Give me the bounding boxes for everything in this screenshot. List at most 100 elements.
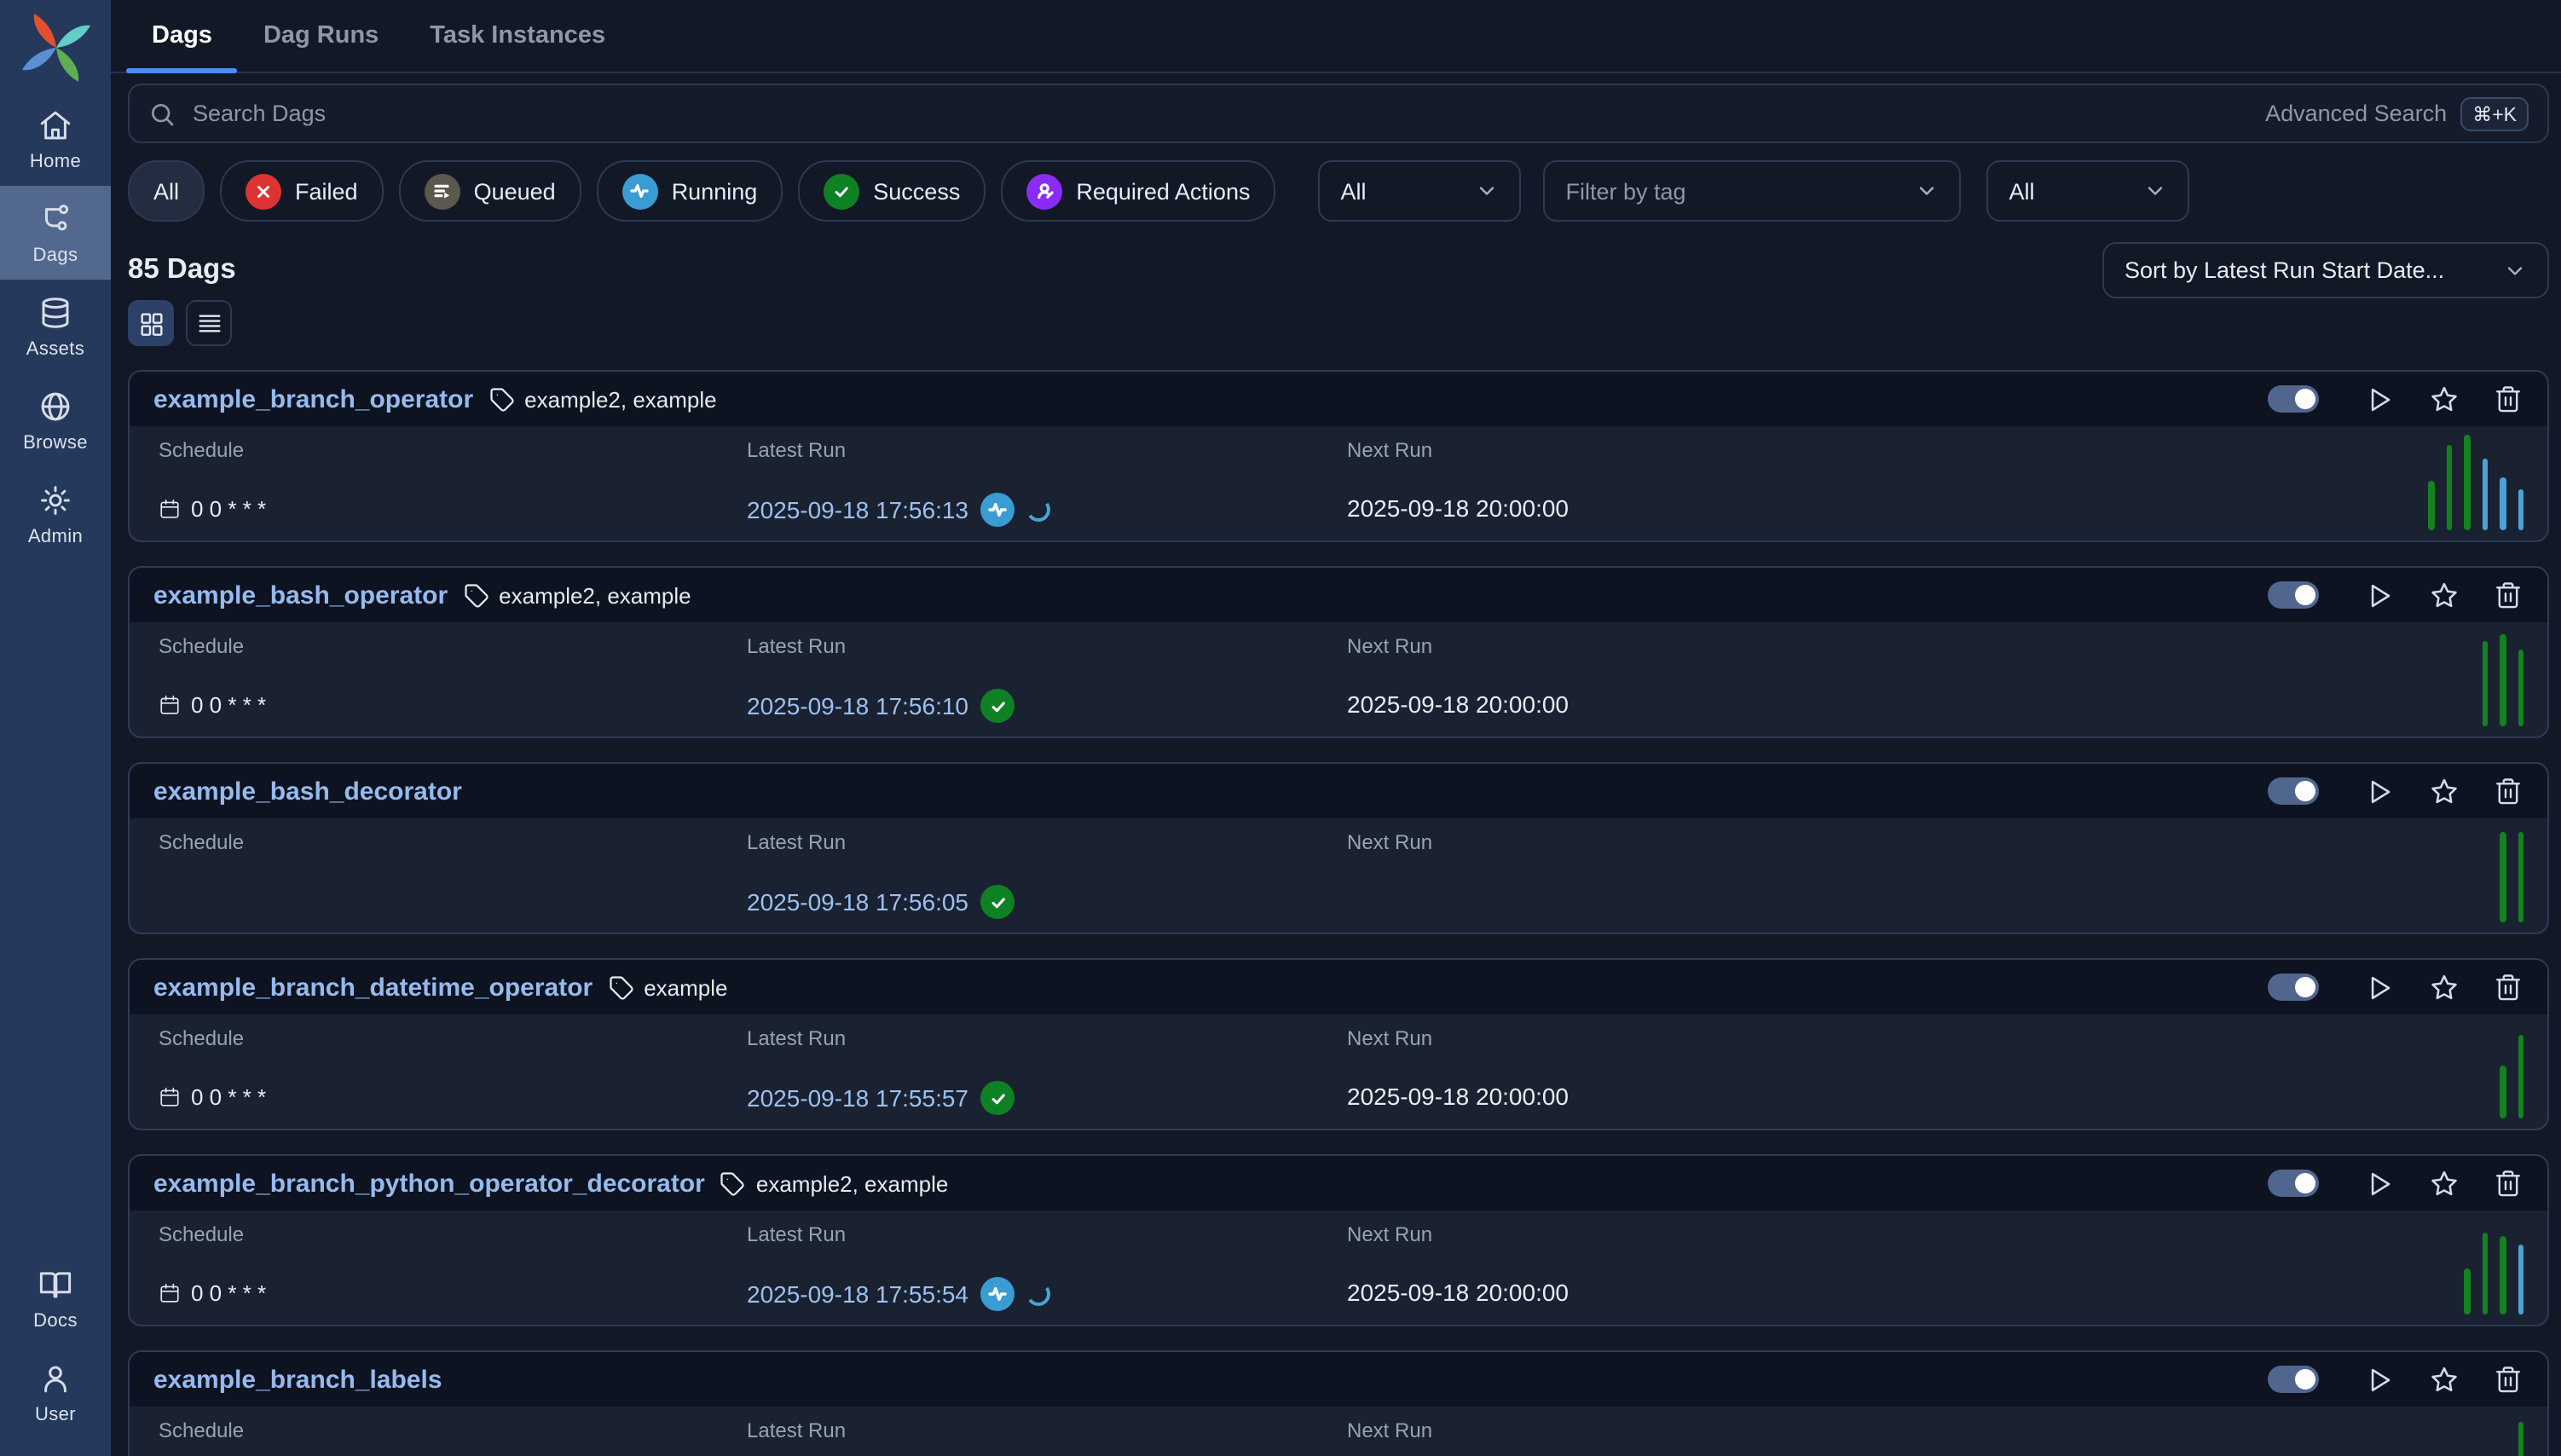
run-bar[interactable] <box>2428 481 2434 530</box>
tab-dags[interactable]: Dags <box>126 0 238 72</box>
schedule-value: 0 0 * * * <box>159 1084 266 1110</box>
trash-icon <box>2493 1168 2523 1199</box>
dag-title[interactable]: example_branch_python_operator_decorator <box>153 1169 705 1198</box>
dag-pause-toggle[interactable] <box>2268 777 2319 805</box>
filter-row: All Failed Queued <box>128 160 2549 222</box>
trigger-dag-button[interactable] <box>2363 1167 2396 1199</box>
trigger-dag-button[interactable] <box>2363 775 2396 807</box>
run-bar[interactable] <box>2500 634 2506 726</box>
delete-dag-button[interactable] <box>2493 972 2523 1002</box>
run-bar[interactable] <box>2500 1236 2506 1314</box>
run-bar[interactable] <box>2446 445 2452 530</box>
dag-pause-toggle[interactable] <box>2268 581 2319 609</box>
trigger-dag-button[interactable] <box>2363 579 2396 611</box>
run-bar[interactable] <box>2518 1422 2523 1456</box>
latest-run-time[interactable]: 2025-09-18 17:55:54 <box>747 1280 968 1308</box>
run-bar[interactable] <box>2482 641 2488 726</box>
run-bar[interactable] <box>2464 435 2470 530</box>
sidebar-item-browse[interactable]: Browse <box>0 373 111 467</box>
dag-tags-text: example2, example <box>756 1170 948 1196</box>
favorite-dag-button[interactable] <box>2428 579 2460 611</box>
tab-task-instances[interactable]: Task Instances <box>404 0 631 72</box>
delete-dag-button[interactable] <box>2493 580 2523 610</box>
filter-chip-all[interactable]: All <box>128 160 205 222</box>
sidebar-item-user[interactable]: User <box>0 1345 111 1439</box>
run-status-icon[interactable] <box>980 885 1015 919</box>
run-bar[interactable] <box>2518 1035 2523 1118</box>
sort-select[interactable]: Sort by Latest Run Start Date... <box>2102 242 2549 298</box>
favorite-dag-button[interactable] <box>2428 1363 2460 1395</box>
run-bar[interactable] <box>2518 489 2523 530</box>
favorite-dag-button[interactable] <box>2428 775 2460 807</box>
latest-run-time[interactable]: 2025-09-18 17:55:57 <box>747 1084 968 1112</box>
trigger-dag-button[interactable] <box>2363 1363 2396 1395</box>
dag-pause-toggle[interactable] <box>2268 974 2319 1001</box>
run-bar[interactable] <box>2500 477 2506 530</box>
run-bar[interactable] <box>2500 832 2506 922</box>
run-bar[interactable] <box>2464 1268 2470 1314</box>
run-status-icon[interactable] <box>980 493 1015 527</box>
dag-title[interactable]: example_branch_operator <box>153 384 473 413</box>
schedule-cron: 0 0 * * * <box>191 1084 266 1110</box>
advanced-search-link[interactable]: Advanced Search <box>2265 101 2447 126</box>
sidebar-item-dags[interactable]: Dags <box>0 186 111 280</box>
search-input[interactable] <box>189 99 2252 128</box>
dag-pause-toggle[interactable] <box>2268 1170 2319 1197</box>
next-run-column-label: Next Run <box>1347 438 1432 462</box>
filter-chip-queued[interactable]: Queued <box>399 160 581 222</box>
favorite-dag-button[interactable] <box>2428 971 2460 1003</box>
dag-title[interactable]: example_branch_labels <box>153 1365 442 1394</box>
run-bar[interactable] <box>2518 1245 2523 1314</box>
dag-pause-toggle[interactable] <box>2268 385 2319 413</box>
paused-filter-select[interactable]: All <box>1986 160 2189 222</box>
schedule-column-label: Schedule <box>159 438 244 462</box>
dag-title[interactable]: example_branch_datetime_operator <box>153 973 593 1002</box>
dag-title[interactable]: example_bash_decorator <box>153 777 462 806</box>
delete-dag-button[interactable] <box>2493 384 2523 414</box>
sidebar-item-label: User <box>35 1405 76 1425</box>
run-bar[interactable] <box>2482 459 2488 530</box>
sidebar-item-home[interactable]: Home <box>0 92 111 186</box>
latest-run-column-label: Latest Run <box>747 634 846 658</box>
latest-run-time[interactable]: 2025-09-18 17:56:10 <box>747 692 968 719</box>
run-status-icon[interactable] <box>980 1081 1015 1115</box>
schedule-column-label: Schedule <box>159 1222 244 1246</box>
trigger-dag-button[interactable] <box>2363 971 2396 1003</box>
filter-chip-failed[interactable]: Failed <box>220 160 384 222</box>
top-tabbar: Dags Dag Runs Task Instances <box>111 0 2561 73</box>
star-icon <box>2428 1363 2460 1395</box>
latest-run-time[interactable]: 2025-09-18 17:56:13 <box>747 496 968 523</box>
run-bar[interactable] <box>2518 832 2523 922</box>
star-icon <box>2428 579 2460 611</box>
dag-pause-toggle[interactable] <box>2268 1366 2319 1393</box>
latest-run-value: 2025-09-18 17:55:54 <box>747 1277 1050 1311</box>
card-view-button[interactable] <box>128 300 174 346</box>
run-bar[interactable] <box>2500 1066 2506 1118</box>
tab-dag-runs[interactable]: Dag Runs <box>238 0 404 72</box>
favorite-dag-button[interactable] <box>2428 383 2460 415</box>
dag-controls <box>2268 383 2523 415</box>
delete-dag-button[interactable] <box>2493 776 2523 806</box>
sidebar-item-assets[interactable]: Assets <box>0 280 111 373</box>
delete-dag-button[interactable] <box>2493 1364 2523 1395</box>
run-bar[interactable] <box>2482 1233 2488 1314</box>
tag-filter-select[interactable]: Filter by tag <box>1543 160 1961 222</box>
table-view-button[interactable] <box>186 300 232 346</box>
delete-dag-button[interactable] <box>2493 1168 2523 1199</box>
sidebar-item-admin[interactable]: Admin <box>0 467 111 561</box>
state-filter-select[interactable]: All <box>1318 160 1521 222</box>
dag-card: example_bash_operator example2, example … <box>128 566 2549 738</box>
filter-chip-required-actions[interactable]: Required Actions <box>1001 160 1275 222</box>
dag-title[interactable]: example_bash_operator <box>153 581 448 610</box>
sidebar-item-docs[interactable]: Docs <box>0 1251 111 1345</box>
favorite-dag-button[interactable] <box>2428 1167 2460 1199</box>
next-run-column-label: Next Run <box>1347 634 1432 658</box>
run-status-icon[interactable] <box>980 1277 1015 1311</box>
run-bar[interactable] <box>2518 650 2523 726</box>
trigger-dag-button[interactable] <box>2363 383 2396 415</box>
latest-run-time[interactable]: 2025-09-18 17:56:05 <box>747 888 968 916</box>
filter-chip-running[interactable]: Running <box>597 160 783 222</box>
airflow-logo-icon[interactable] <box>18 10 93 85</box>
filter-chip-success[interactable]: Success <box>798 160 986 222</box>
run-status-icon[interactable] <box>980 689 1015 723</box>
